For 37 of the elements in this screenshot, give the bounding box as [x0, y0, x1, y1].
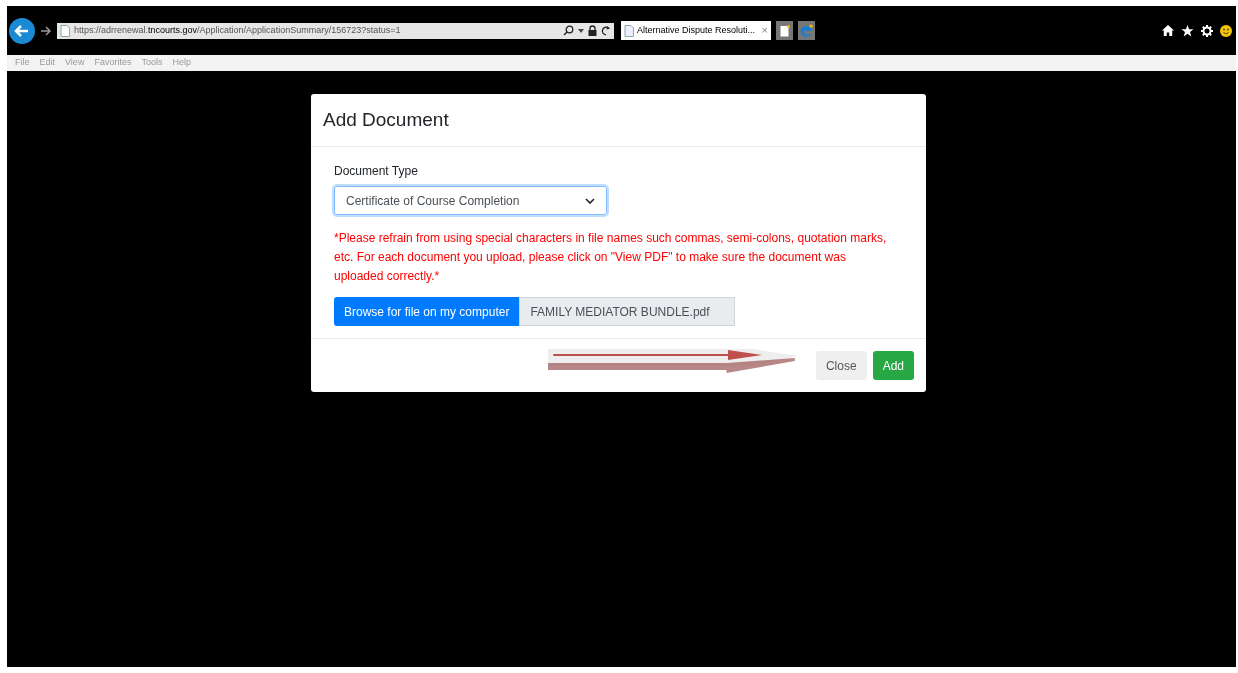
search-icon[interactable]: [563, 25, 574, 36]
forward-icon[interactable]: [40, 24, 52, 37]
field-label: Document Type: [334, 163, 418, 180]
menu-item[interactable]: Help: [172, 56, 191, 70]
address-bar[interactable]: https://adrrenewal.tncourts.gov/Application/ApplicationSummary/156723?status=1: [57, 22, 614, 39]
page-icon: [779, 24, 790, 37]
url-text: /Application/ApplicationSummary/156723?status=1: [197, 24, 401, 35]
browse-button[interactable]: Browse for file on my computer: [334, 297, 520, 326]
dropdown-icon[interactable]: [578, 28, 584, 33]
url-text: https://adrrenewal.: [74, 24, 149, 35]
lock-icon: [588, 25, 597, 36]
add-button[interactable]: Add: [872, 351, 914, 380]
tab-title: Alternative Dispute Resoluti...: [637, 23, 757, 37]
browser-tab[interactable]: Alternative Dispute Resoluti... ×: [621, 21, 771, 40]
menu-item[interactable]: File: [15, 56, 30, 70]
new-tab-button[interactable]: [776, 21, 793, 40]
browser-icon: [800, 24, 813, 37]
back-icon[interactable]: [9, 17, 35, 44]
menu-item[interactable]: Favorites: [94, 56, 132, 70]
file-name-field: FAMILY MEDIATOR BUNDLE.pdf: [519, 297, 736, 326]
smiley-icon[interactable]: [1220, 24, 1232, 37]
chevron-down-icon: [585, 197, 595, 204]
document-type-select[interactable]: Certificate of Course Completion: [334, 186, 607, 215]
settings-icon[interactable]: [1201, 24, 1213, 37]
close-button[interactable]: Close: [815, 351, 867, 380]
close-tab-button[interactable]: ×: [761, 22, 768, 39]
page-icon: [624, 24, 634, 37]
menu-item[interactable]: View: [65, 56, 85, 70]
home-icon[interactable]: [1162, 25, 1174, 36]
menu-item[interactable]: Edit: [39, 56, 56, 70]
page-icon: [60, 24, 70, 37]
star-icon[interactable]: [1181, 24, 1194, 37]
menu-item[interactable]: Tools: [141, 56, 163, 70]
url-text: tncourts.gov: [148, 24, 198, 35]
refresh-icon[interactable]: [601, 25, 611, 36]
warning-text: *Please refrain from using special characters in file names such commas, semi-colons, quotation marks, etc. For each document you upload, please click on "View PDF" to make sure the document was uploaded correctly.*: [334, 230, 888, 285]
modal-title: Add Document: [323, 107, 449, 132]
